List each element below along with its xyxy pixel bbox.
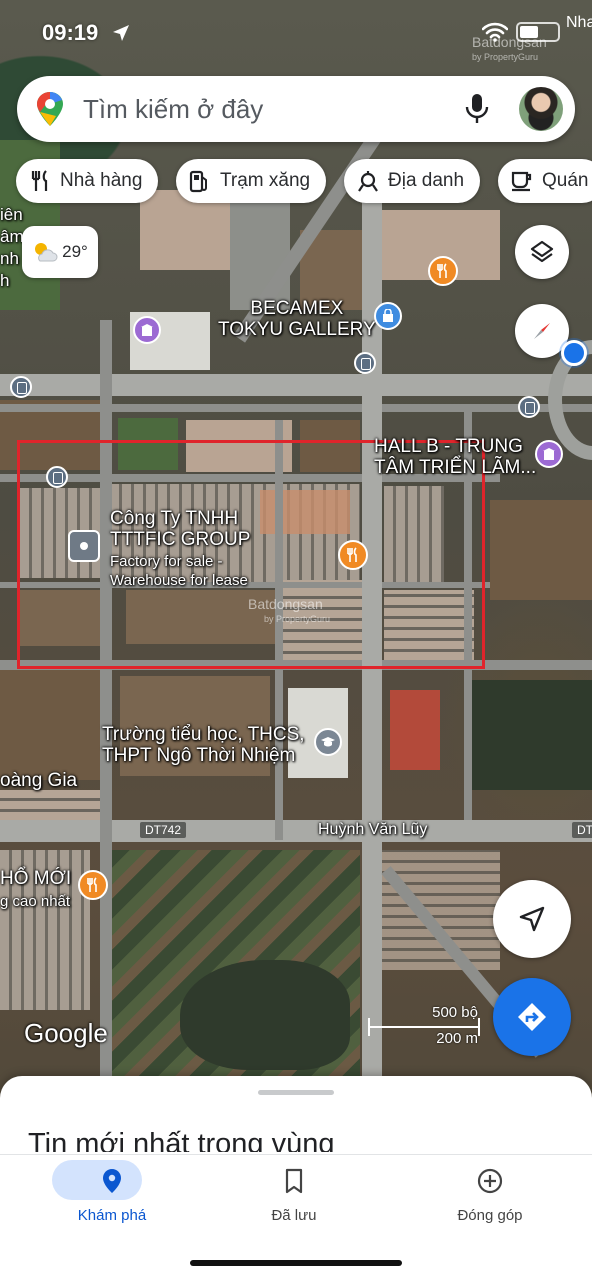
- school-pin-icon[interactable]: [314, 728, 342, 756]
- road: [0, 820, 592, 842]
- bookmark-icon: [285, 1168, 303, 1194]
- nav-label: Khám phá: [77, 1207, 147, 1224]
- fork-knife-icon: [31, 170, 48, 191]
- sheet-drag-handle[interactable]: [258, 1090, 334, 1095]
- bus-stop-icon[interactable]: [518, 396, 540, 418]
- status-time: 09:19: [42, 20, 99, 45]
- location-arrow-icon: [113, 25, 129, 41]
- tree-area: [180, 960, 350, 1070]
- bus-stop-icon[interactable]: [46, 466, 68, 488]
- directions-button[interactable]: [493, 978, 571, 1056]
- chip-label: Trạm xăng: [220, 170, 311, 191]
- weather-widget[interactable]: 29°: [22, 226, 98, 278]
- houses-block: [380, 850, 500, 970]
- sheet-title: Tin mới nhất trong vùng: [28, 1128, 335, 1152]
- company-pin-icon[interactable]: [68, 530, 100, 562]
- nav-label: Đóng góp: [457, 1207, 523, 1224]
- search-input[interactable]: Tìm kiếm ở đây: [83, 94, 263, 125]
- bus-stop-icon[interactable]: [354, 352, 376, 374]
- shopping-pin-icon[interactable]: [374, 302, 402, 330]
- landmark-pin-icon[interactable]: [133, 316, 161, 344]
- road: [0, 404, 592, 412]
- map-label-school[interactable]: Trường tiểu học, THCS, THPT Ngô Thời Nhi…: [102, 724, 305, 766]
- landmark-pin-icon[interactable]: [535, 440, 563, 468]
- road-label-main: Huỳnh Văn Lũy: [318, 821, 428, 838]
- active-indicator: [52, 1160, 142, 1200]
- landmark-icon: [358, 171, 378, 192]
- status-bar: 09:19 Nha: [0, 0, 592, 62]
- wifi-icon: [482, 22, 508, 42]
- navigation-arrow-icon: [519, 906, 545, 932]
- gas-station-icon: [189, 170, 207, 193]
- scale-bar: [368, 1018, 480, 1036]
- search-bar[interactable]: Tìm kiếm ở đây: [17, 76, 575, 142]
- map-label-edge: oàng Gia: [0, 770, 78, 791]
- explore-pin-icon: [103, 1169, 121, 1193]
- home-indicator: [190, 1260, 402, 1266]
- nav-contribute[interactable]: Đóng góp: [410, 1155, 570, 1280]
- microphone-icon[interactable]: [464, 93, 490, 125]
- map-label-edge: HỔ MỚI: [0, 868, 72, 889]
- add-circle-icon: [477, 1168, 503, 1194]
- chip-landmarks[interactable]: Địa danh: [344, 159, 481, 203]
- directions-icon: [518, 1003, 546, 1031]
- nav-label: Đã lưu: [271, 1207, 317, 1224]
- road-shield: DT742: [140, 822, 187, 838]
- chip-label: Quán: [542, 170, 589, 191]
- chip-label: Nhà hàng: [60, 170, 143, 191]
- scale-imperial: 500 bộ: [432, 1004, 478, 1021]
- temperature: 29°: [62, 242, 88, 261]
- land-block: [490, 500, 592, 600]
- layers-button[interactable]: [515, 225, 569, 279]
- road-shield: DT: [572, 822, 592, 838]
- chip-label: Địa danh: [388, 170, 465, 191]
- partly-cloudy-icon: [35, 243, 58, 262]
- map-scale: 500 bộ 200 m: [366, 1004, 482, 1050]
- bus-stop-icon[interactable]: [10, 376, 32, 398]
- map-label-company[interactable]: Công Ty TNHH TTTFIC GROUP: [110, 508, 250, 550]
- chip-restaurants[interactable]: Nhà hàng: [16, 159, 159, 203]
- map-label-edge: iên âm nh h: [0, 205, 24, 290]
- restaurant-pin-icon[interactable]: [428, 256, 458, 286]
- status-overflow-text: Nha: [566, 14, 592, 31]
- road: [100, 320, 112, 1080]
- coffee-cup-icon: [511, 171, 532, 192]
- battery-icon: [516, 22, 560, 42]
- my-location-dot: [561, 340, 587, 366]
- road: [0, 374, 592, 396]
- google-logo: Google: [24, 1018, 108, 1048]
- google-maps-pin-icon: [37, 92, 63, 126]
- restaurant-pin-icon[interactable]: [78, 870, 108, 900]
- navigate-button[interactable]: [493, 880, 571, 958]
- chip-gas-stations[interactable]: Trạm xăng: [176, 159, 327, 203]
- restaurant-pin-icon[interactable]: [338, 540, 368, 570]
- map-label-gallery[interactable]: BECAMEX TOKYU GALLERY: [218, 298, 376, 340]
- nav-explore[interactable]: Khám phá: [32, 1155, 192, 1280]
- map-label-hall[interactable]: HALL B - TRUNG TÂM TRIỂN LÃM...: [374, 436, 536, 478]
- houses-block: [0, 790, 100, 820]
- building-block: [390, 690, 440, 770]
- layers-icon: [530, 240, 554, 263]
- chip-cafes[interactable]: Quán: [498, 159, 592, 203]
- map-label-edge: g cao nhất: [0, 893, 71, 910]
- compass-icon: [534, 323, 550, 339]
- land-block: [0, 670, 100, 780]
- tree-area: [470, 680, 592, 790]
- scale-metric: 200 m: [436, 1030, 478, 1047]
- map-label-company-desc: Factory for sale - Warehouse for lease: [110, 553, 248, 589]
- avatar[interactable]: [519, 87, 563, 131]
